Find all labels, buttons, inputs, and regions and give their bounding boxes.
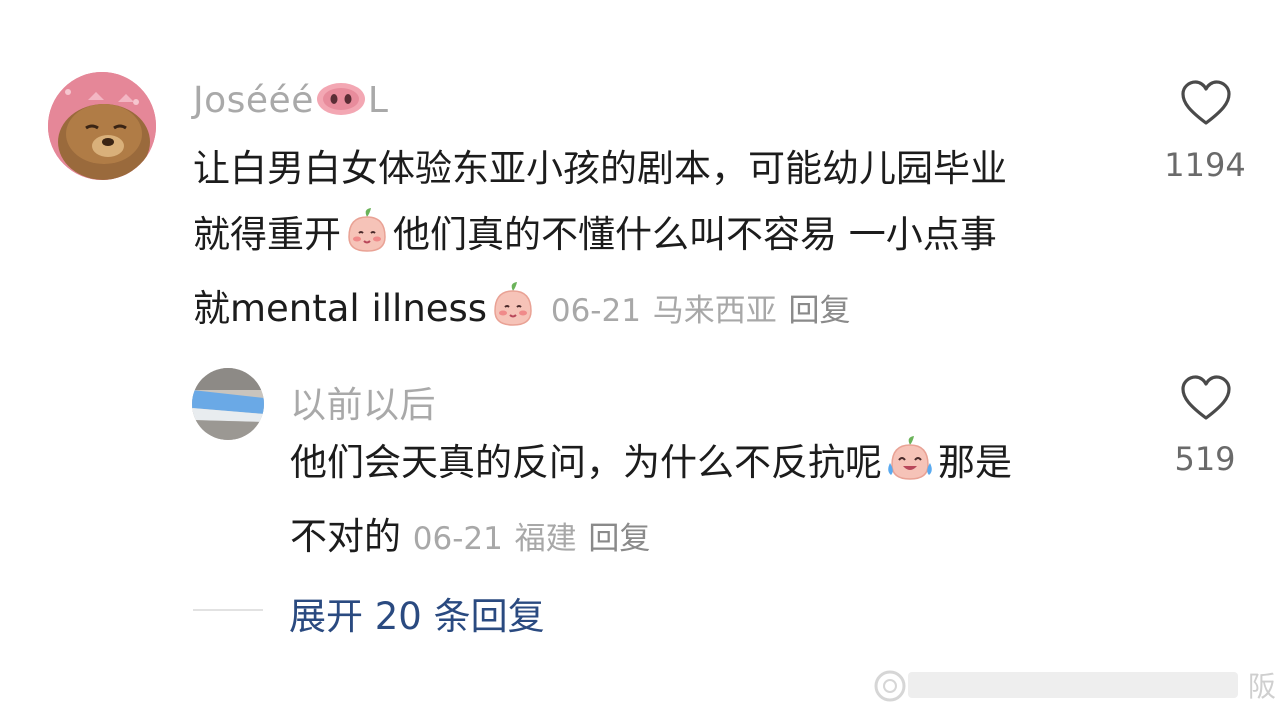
blush-peach-emoji xyxy=(343,207,391,276)
expand-replies-button[interactable]: 展开 20 条回复 xyxy=(289,586,545,640)
comment-line: 他们真的不懂什么叫不容易 一小点事 xyxy=(393,213,997,256)
comment-line: 让白男白女体验东亚小孩的剧本，可能幼儿园毕业 xyxy=(193,147,1007,190)
comment-line: 那是 xyxy=(938,441,1012,484)
comment-line: 他们会天真的反问，为什么不反抗呢 xyxy=(290,441,882,484)
crying-laugh-peach-emoji xyxy=(884,435,936,504)
comment-username[interactable]: Josééé L xyxy=(193,80,388,125)
like-button[interactable] xyxy=(1180,80,1232,130)
username-suffix: L xyxy=(367,80,389,121)
window-photo-avatar-image xyxy=(192,368,264,440)
comment-body: 他们会天真的反问，为什么不反抗呢 那是 不对的 06-21 福建 回复 xyxy=(290,430,1110,572)
comment-date: 06-21 xyxy=(412,521,503,557)
comment-location: 福建 xyxy=(514,521,577,557)
comment-location: 马来西亚 xyxy=(652,293,777,329)
like-count: 519 xyxy=(1174,440,1236,478)
pig-nose-emoji xyxy=(316,82,366,125)
avatar[interactable] xyxy=(48,72,156,180)
blush-peach-emoji xyxy=(489,281,537,350)
bear-avatar-image xyxy=(48,72,156,180)
reply-button[interactable]: 回复 xyxy=(588,521,650,557)
comment-line: 就mental illness xyxy=(193,287,488,330)
like-button[interactable] xyxy=(1180,375,1232,425)
comment-line: 不对的 xyxy=(290,515,401,558)
divider xyxy=(193,609,263,611)
avatar[interactable] xyxy=(192,368,264,440)
heart-outline-icon xyxy=(1181,80,1231,125)
watermark-text: 阪 xyxy=(1248,670,1276,703)
comment-body: 让白男白女体验东亚小孩的剧本，可能幼儿园毕业 就得重开 他们真的不懂什么叫不容易 … xyxy=(193,136,1123,350)
comment-line: 就得重开 xyxy=(193,213,341,256)
like-count: 1194 xyxy=(1164,146,1246,184)
comment-username[interactable]: 以前以后 xyxy=(290,376,436,428)
comment-date: 06-21 xyxy=(550,293,641,329)
watermark: 阪 xyxy=(874,670,1276,703)
username-text: Josééé xyxy=(193,80,314,121)
reply-button[interactable]: 回复 xyxy=(788,293,850,329)
heart-outline-icon xyxy=(1181,375,1231,420)
